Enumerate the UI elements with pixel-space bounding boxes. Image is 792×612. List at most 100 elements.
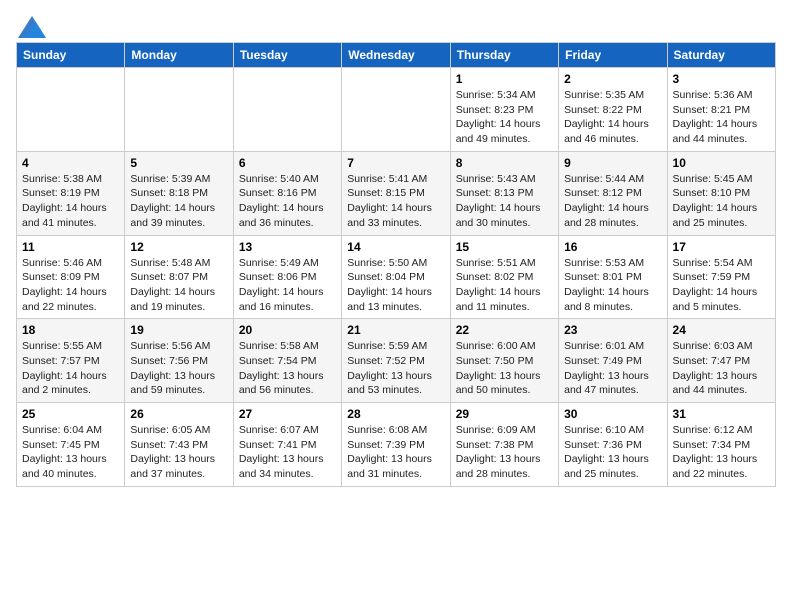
calendar-cell: 18 Sunrise: 5:55 AM Sunset: 7:57 PM Dayli… [17, 319, 125, 403]
day-number: 14 [347, 240, 444, 254]
day-number: 30 [564, 407, 661, 421]
day-number: 21 [347, 323, 444, 337]
day-info: Sunrise: 6:03 AM Sunset: 7:47 PM Dayligh… [673, 339, 770, 398]
calendar-cell [17, 68, 125, 152]
day-number: 6 [239, 156, 336, 170]
calendar-cell: 25 Sunrise: 6:04 AM Sunset: 7:45 PM Dayli… [17, 403, 125, 487]
day-number: 13 [239, 240, 336, 254]
calendar-cell: 19Sunrise: 5:56 AM Sunset: 7:56 PM Dayli… [125, 319, 233, 403]
day-number: 22 [456, 323, 553, 337]
day-number: 27 [239, 407, 336, 421]
day-number: 4 [22, 156, 119, 170]
day-number: 7 [347, 156, 444, 170]
day-number: 18 [22, 323, 119, 337]
day-number: 2 [564, 72, 661, 86]
day-info: Sunrise: 6:09 AM Sunset: 7:38 PM Dayligh… [456, 423, 553, 482]
day-info: Sunrise: 6:08 AM Sunset: 7:39 PM Dayligh… [347, 423, 444, 482]
day-info: Sunrise: 5:34 AM Sunset: 8:23 PM Dayligh… [456, 88, 553, 147]
day-header-saturday: Saturday [667, 43, 775, 68]
calendar-cell [233, 68, 341, 152]
calendar-cell: 7Sunrise: 5:41 AM Sunset: 8:15 PM Daylig… [342, 151, 450, 235]
calendar-week-1: 1 Sunrise: 5:34 AM Sunset: 8:23 PM Daylig… [17, 68, 776, 152]
day-number: 9 [564, 156, 661, 170]
day-number: 19 [130, 323, 227, 337]
day-number: 17 [673, 240, 770, 254]
calendar-cell: 11 Sunrise: 5:46 AM Sunset: 8:09 PM Dayli… [17, 235, 125, 319]
day-number: 15 [456, 240, 553, 254]
calendar-week-5: 25 Sunrise: 6:04 AM Sunset: 7:45 PM Dayli… [17, 403, 776, 487]
day-number: 24 [673, 323, 770, 337]
day-info: Sunrise: 5:59 AM Sunset: 7:52 PM Dayligh… [347, 339, 444, 398]
day-number: 1 [456, 72, 553, 86]
day-number: 25 [22, 407, 119, 421]
day-info: Sunrise: 6:01 AM Sunset: 7:49 PM Dayligh… [564, 339, 661, 398]
day-info: Sunrise: 6:12 AM Sunset: 7:34 PM Dayligh… [673, 423, 770, 482]
day-header-sunday: Sunday [17, 43, 125, 68]
day-number: 12 [130, 240, 227, 254]
day-info: Sunrise: 6:04 AM Sunset: 7:45 PM Dayligh… [22, 423, 119, 482]
day-number: 31 [673, 407, 770, 421]
calendar-cell: 13 Sunrise: 5:49 AM Sunset: 8:06 PM Dayli… [233, 235, 341, 319]
day-info: Sunrise: 5:38 AM Sunset: 8:19 PM Dayligh… [22, 172, 119, 231]
day-info: Sunrise: 5:35 AM Sunset: 8:22 PM Dayligh… [564, 88, 661, 147]
calendar-cell: 15 Sunrise: 5:51 AM Sunset: 8:02 PM Dayli… [450, 235, 558, 319]
day-number: 10 [673, 156, 770, 170]
calendar-cell [125, 68, 233, 152]
calendar-cell: 22 Sunrise: 6:00 AM Sunset: 7:50 PM Dayli… [450, 319, 558, 403]
calendar-cell: 16 Sunrise: 5:53 AM Sunset: 8:01 PM Dayli… [559, 235, 667, 319]
day-info: Sunrise: 5:48 AM Sunset: 8:07 PM Dayligh… [130, 256, 227, 315]
day-info: Sunrise: 5:49 AM Sunset: 8:06 PM Dayligh… [239, 256, 336, 315]
calendar-week-2: 4 Sunrise: 5:38 AM Sunset: 8:19 PM Daylig… [17, 151, 776, 235]
day-number: 28 [347, 407, 444, 421]
calendar-body: 1 Sunrise: 5:34 AM Sunset: 8:23 PM Daylig… [17, 68, 776, 487]
day-number: 26 [130, 407, 227, 421]
day-info: Sunrise: 6:00 AM Sunset: 7:50 PM Dayligh… [456, 339, 553, 398]
day-header-thursday: Thursday [450, 43, 558, 68]
day-info: Sunrise: 5:43 AM Sunset: 8:13 PM Dayligh… [456, 172, 553, 231]
calendar-cell: 6Sunrise: 5:40 AM Sunset: 8:16 PM Daylig… [233, 151, 341, 235]
day-header-monday: Monday [125, 43, 233, 68]
day-number: 3 [673, 72, 770, 86]
calendar-cell: 24 Sunrise: 6:03 AM Sunset: 7:47 PM Dayli… [667, 319, 775, 403]
day-number: 16 [564, 240, 661, 254]
calendar-cell: 27Sunrise: 6:07 AM Sunset: 7:41 PM Dayli… [233, 403, 341, 487]
page-header [16, 16, 776, 34]
logo [16, 16, 46, 34]
calendar-cell: 26 Sunrise: 6:05 AM Sunset: 7:43 PM Dayli… [125, 403, 233, 487]
day-info: Sunrise: 5:51 AM Sunset: 8:02 PM Dayligh… [456, 256, 553, 315]
calendar-cell: 30 Sunrise: 6:10 AM Sunset: 7:36 PM Dayli… [559, 403, 667, 487]
calendar-cell: 2 Sunrise: 5:35 AM Sunset: 8:22 PM Daylig… [559, 68, 667, 152]
day-info: Sunrise: 6:05 AM Sunset: 7:43 PM Dayligh… [130, 423, 227, 482]
calendar-cell: 14Sunrise: 5:50 AM Sunset: 8:04 PM Dayli… [342, 235, 450, 319]
calendar-header-row: SundayMondayTuesdayWednesdayThursdayFrid… [17, 43, 776, 68]
day-info: Sunrise: 5:54 AM Sunset: 7:59 PM Dayligh… [673, 256, 770, 315]
day-number: 8 [456, 156, 553, 170]
calendar-table: SundayMondayTuesdayWednesdayThursdayFrid… [16, 42, 776, 487]
day-info: Sunrise: 5:45 AM Sunset: 8:10 PM Dayligh… [673, 172, 770, 231]
day-info: Sunrise: 5:58 AM Sunset: 7:54 PM Dayligh… [239, 339, 336, 398]
day-info: Sunrise: 5:46 AM Sunset: 8:09 PM Dayligh… [22, 256, 119, 315]
calendar-week-4: 18 Sunrise: 5:55 AM Sunset: 7:57 PM Dayli… [17, 319, 776, 403]
day-info: Sunrise: 5:55 AM Sunset: 7:57 PM Dayligh… [22, 339, 119, 398]
day-number: 11 [22, 240, 119, 254]
calendar-cell: 10 Sunrise: 5:45 AM Sunset: 8:10 PM Dayli… [667, 151, 775, 235]
calendar-cell: 29 Sunrise: 6:09 AM Sunset: 7:38 PM Dayli… [450, 403, 558, 487]
logo-icon [18, 16, 46, 38]
calendar-cell: 4 Sunrise: 5:38 AM Sunset: 8:19 PM Daylig… [17, 151, 125, 235]
day-number: 29 [456, 407, 553, 421]
calendar-cell: 8 Sunrise: 5:43 AM Sunset: 8:13 PM Daylig… [450, 151, 558, 235]
day-info: Sunrise: 5:53 AM Sunset: 8:01 PM Dayligh… [564, 256, 661, 315]
calendar-cell: 9 Sunrise: 5:44 AM Sunset: 8:12 PM Daylig… [559, 151, 667, 235]
day-info: Sunrise: 5:39 AM Sunset: 8:18 PM Dayligh… [130, 172, 227, 231]
day-info: Sunrise: 6:10 AM Sunset: 7:36 PM Dayligh… [564, 423, 661, 482]
calendar-cell: 5Sunrise: 5:39 AM Sunset: 8:18 PM Daylig… [125, 151, 233, 235]
day-number: 20 [239, 323, 336, 337]
calendar-cell: 1 Sunrise: 5:34 AM Sunset: 8:23 PM Daylig… [450, 68, 558, 152]
day-header-wednesday: Wednesday [342, 43, 450, 68]
day-info: Sunrise: 5:44 AM Sunset: 8:12 PM Dayligh… [564, 172, 661, 231]
calendar-cell: 17 Sunrise: 5:54 AM Sunset: 7:59 PM Dayli… [667, 235, 775, 319]
day-info: Sunrise: 5:36 AM Sunset: 8:21 PM Dayligh… [673, 88, 770, 147]
calendar-cell [342, 68, 450, 152]
calendar-cell: 3 Sunrise: 5:36 AM Sunset: 8:21 PM Daylig… [667, 68, 775, 152]
calendar-cell: 21 Sunrise: 5:59 AM Sunset: 7:52 PM Dayli… [342, 319, 450, 403]
